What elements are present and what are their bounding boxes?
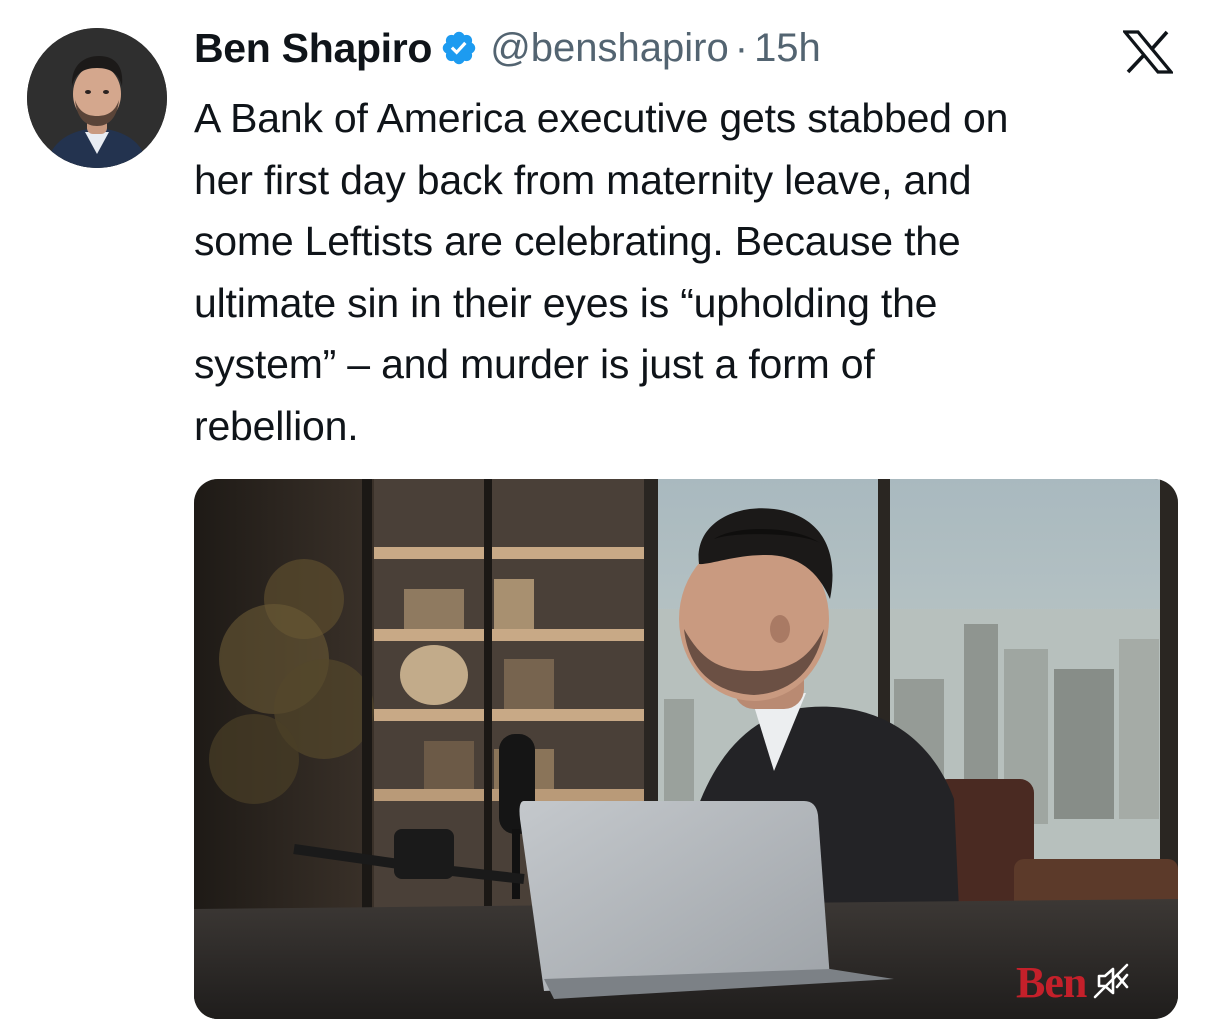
avatar-portrait xyxy=(27,28,167,168)
author-display-name[interactable]: Ben Shapiro xyxy=(194,25,432,72)
x-logo-icon xyxy=(1123,30,1173,74)
tweet-text-line: her first day back from maternity leave,… xyxy=(194,156,972,203)
header-separator: · xyxy=(734,25,749,70)
tweet-text-line: A Bank of America executive gets stabbed… xyxy=(194,95,1009,141)
author-handle[interactable]: @benshapiro xyxy=(490,26,729,71)
tweet-timestamp[interactable]: 15h xyxy=(754,26,821,71)
speaker-muted-icon[interactable] xyxy=(1091,961,1131,1001)
author-avatar[interactable] xyxy=(27,28,167,168)
tweet-text-line: rebellion. xyxy=(194,402,359,449)
tweet-text-line: some Leftists are celebrating. Because t… xyxy=(194,218,961,264)
tweet-video[interactable]: Ben xyxy=(194,479,1178,1019)
tweet-card[interactable]: Ben Shapiro @benshapiro · 15h A Bank of … xyxy=(0,0,1206,1019)
tweet-text: A Bank of America executive gets stabbed… xyxy=(194,88,1194,457)
tweet-text-line: ultimate sin in their eyes is “upholding… xyxy=(194,279,938,326)
tweet-header: Ben Shapiro @benshapiro · 15h xyxy=(194,22,821,74)
video-frame xyxy=(194,479,1178,1019)
verified-badge-icon[interactable] xyxy=(440,29,478,67)
channel-brand-mark: Ben xyxy=(1016,958,1087,1007)
tweet-text-line: system” – and murder is just a form of xyxy=(194,341,875,387)
